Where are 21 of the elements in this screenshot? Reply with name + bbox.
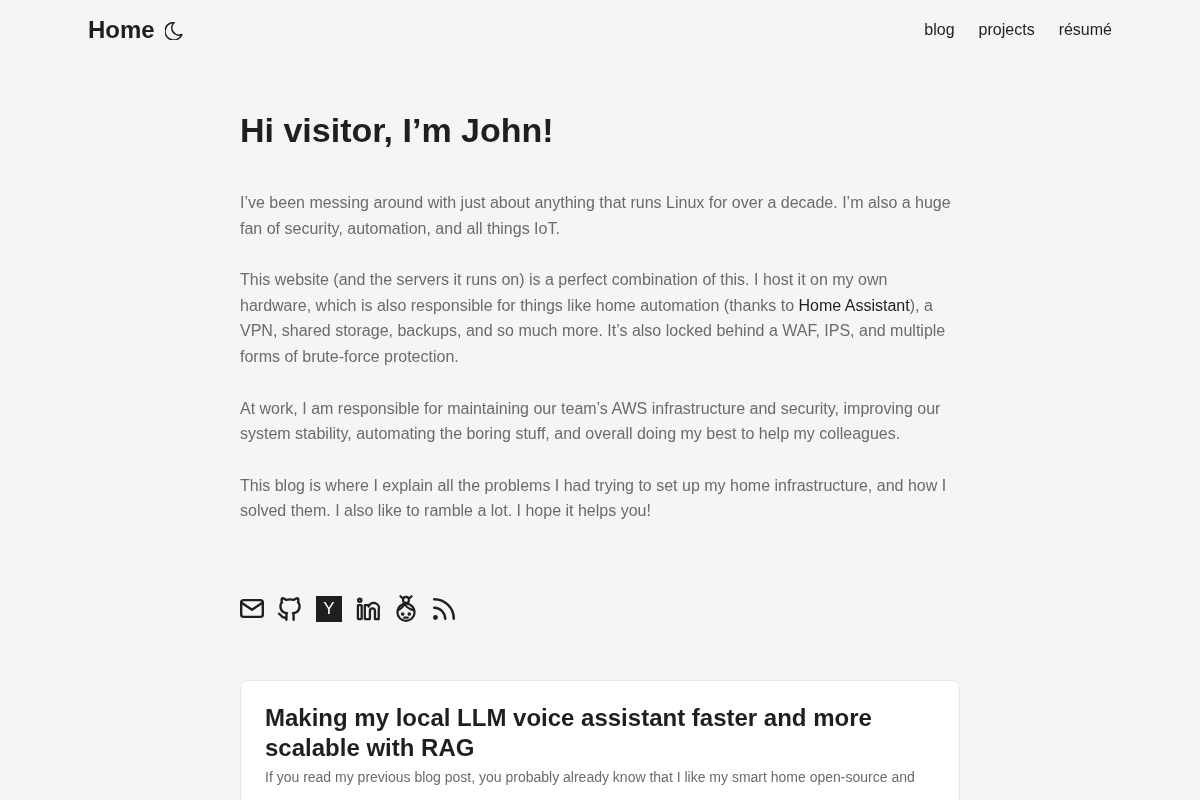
cartoon-head-icon[interactable] [394,595,418,623]
post-card[interactable]: Making my local LLM voice assistant faster and more scalable with RAG If you read my previous blog post, you probably already know that I like my smart home open-source and [240,679,960,800]
intro-heading: Hi visitor, I’m John! [240,110,555,150]
cat-silhouette-icon[interactable] [278,596,302,621]
post-excerpt: If you read my previous blog post, you probably already know that I like my smart home open-source and [265,767,916,786]
nav-link[interactable]: résumé [1058,21,1112,39]
letter-y-icon[interactable]: Y [316,595,342,622]
post-title[interactable]: Making my local LLM voice assistant faster and more scalable with RAG [265,702,935,763]
moon-icon [164,21,183,40]
nav-link[interactable]: projects [978,21,1035,39]
intro-paragraph: This blog is where I explain all the problems I had trying to set up my home infrastructure, and how I solved them. I also like to ramble a lot. I hope it helps you! [240,475,948,522]
theme-toggle-button[interactable] [164,21,183,40]
intro-paragraph: I’ve been messing around with just about anything that runs Linux for over a decade. I’m also a huge fan of security, automation, and all things IoT. [240,193,952,239]
intro-paragraph: This website (and the servers it runs on) is a perfect combination of this. I host it on my own hardware, which is also responsible for things like home automation (thanks to Home Assistant), a VPN, shared storage, backups, and so much more. It’s also locked behind a WAF, IPS, and multiple forms of brute-force protection. [240,270,947,367]
intro-paragraph: At work, I am responsible for maintaining our team’s AWS infrastructure and security, improving our system stability, automating the boring stuff, and overall doing my best to help my colleagues. [240,398,942,445]
nav-link[interactable]: blog [924,21,955,39]
mail-icon[interactable] [240,598,264,620]
home-link[interactable]: Home [88,16,155,44]
inline-link[interactable]: Home Assistant [798,296,910,314]
linkedin-icon[interactable] [356,596,380,621]
rss-icon[interactable] [432,597,456,620]
